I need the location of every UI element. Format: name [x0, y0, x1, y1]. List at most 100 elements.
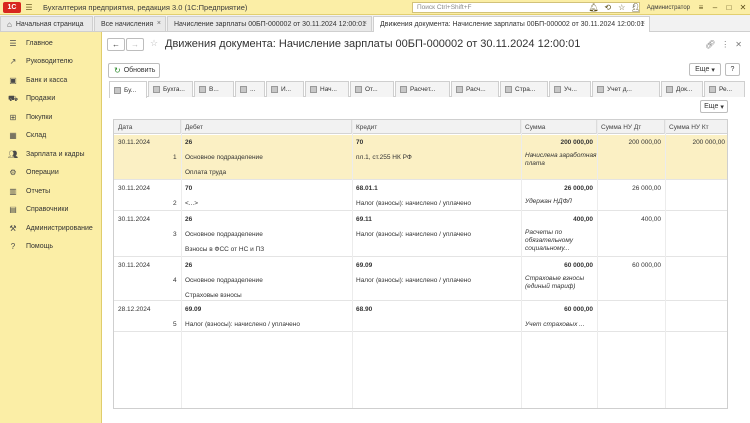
- settings-icon[interactable]: ≡: [694, 3, 708, 12]
- movements-table: Дата Дебет Кредит Сумма Сумма НУ Дт Сумм…: [113, 119, 728, 409]
- table-row[interactable]: 28.12.2024 5 69.09 Налог (взносы): начис…: [114, 302, 727, 332]
- row-number: 3: [173, 231, 177, 238]
- search-placeholder: Поиск Ctrl+Shift+F: [417, 4, 472, 11]
- register-icon: [666, 86, 673, 93]
- row-debit-sub1: Основное подразделение: [185, 231, 263, 238]
- sidebar-item-operations[interactable]: ⚙ Операции: [0, 164, 102, 181]
- box-icon: ▦: [9, 131, 17, 140]
- sidebar-item-label: Администрирование: [26, 225, 93, 232]
- reg-tab-9[interactable]: Расч...: [451, 81, 499, 97]
- arrow-right-icon: →: [131, 40, 139, 49]
- sidebar-item-payroll[interactable]: 👥︎ Зарплата и кадры: [0, 146, 102, 163]
- header-actions: 🔗︎ ⋮ ✕: [705, 40, 742, 49]
- reg-tab-label: ...: [250, 86, 256, 93]
- row-number: 5: [173, 321, 177, 328]
- tab-all-accruals[interactable]: Все начисления ×: [94, 16, 166, 31]
- reg-tab-8[interactable]: Расчет...: [395, 81, 450, 97]
- reg-tab-2[interactable]: Бухга...: [148, 81, 193, 97]
- close-icon[interactable]: ✕: [735, 40, 742, 49]
- forward-button[interactable]: →: [126, 38, 144, 51]
- sidebar-item-reports[interactable]: ▥ Отчеты: [0, 183, 102, 200]
- column-divider: [521, 120, 522, 408]
- reg-tab-11[interactable]: Уч...: [549, 81, 591, 97]
- close-tab-icon[interactable]: ×: [641, 20, 645, 27]
- table-row[interactable]: 30.11.2024 3 26 Основное подразделение В…: [114, 212, 727, 257]
- close-tab-icon[interactable]: ×: [363, 20, 367, 27]
- tab-home[interactable]: ⌂ Начальная страница: [0, 16, 93, 31]
- sidebar-item-label: Банк и касса: [26, 77, 68, 84]
- col-debit[interactable]: Дебет: [181, 120, 352, 134]
- menu-icon[interactable]: ☰: [23, 1, 35, 13]
- reg-tab-14[interactable]: Ре...: [704, 81, 745, 97]
- row-credit-sub1: Налог (взносы): начислено / уплачено: [356, 200, 471, 207]
- reg-tab-10[interactable]: Стра...: [500, 81, 548, 97]
- arrow-left-icon: ←: [112, 40, 120, 49]
- sidebar-item-label: Справочники: [26, 206, 69, 213]
- row-date: 30.11.2024: [118, 139, 151, 146]
- col-credit[interactable]: Кредит: [352, 120, 521, 134]
- reg-tab-label: От...: [365, 86, 378, 93]
- link-icon[interactable]: 🔗︎: [705, 40, 715, 49]
- sidebar-item-manager[interactable]: ↗ Руководителю: [0, 53, 102, 70]
- sidebar-item-bank[interactable]: ▣ Банк и касса: [0, 72, 102, 89]
- star-icon[interactable]: ☆: [615, 3, 629, 12]
- reg-tab-6[interactable]: Нач...: [305, 81, 349, 97]
- tab-label: Начисление зарплаты 00БП-000002 от 30.11…: [174, 20, 366, 28]
- sidebar-item-purchases[interactable]: ⊞ Покупки: [0, 109, 102, 126]
- app-logo: 1С: [3, 1, 21, 13]
- reg-tab-3[interactable]: В...: [194, 81, 234, 97]
- sidebar-item-label: Операции: [26, 169, 59, 176]
- row-credit-sub1: Налог (взносы): начислено / уплачено: [356, 277, 471, 284]
- sidebar-item-main[interactable]: ☰ Главное: [0, 35, 102, 52]
- row-nu-dt: 200 000,00: [628, 139, 661, 146]
- row-date: 30.11.2024: [118, 262, 151, 269]
- col-sum-nu-kt[interactable]: Сумма НУ Кт: [665, 120, 727, 134]
- page-title: Движения документа: Начисление зарплаты …: [165, 38, 581, 50]
- table-row[interactable]: 30.11.2024 2 70 <...> 68.01.1 Налог (взн…: [114, 181, 727, 211]
- user-icon[interactable]: 👤︎: [629, 3, 643, 12]
- sidebar-item-directories[interactable]: ▤ Справочники: [0, 201, 102, 218]
- reg-tab-12[interactable]: Учет д...: [592, 81, 660, 97]
- sidebar-item-administration[interactable]: ⚒ Администрирование: [0, 220, 102, 237]
- table-row[interactable]: 30.11.2024 4 26 Основное подразделение С…: [114, 258, 727, 301]
- refresh-button[interactable]: ↻ Обновить: [108, 63, 160, 78]
- help-button[interactable]: ?: [725, 63, 740, 76]
- tab-document-movements[interactable]: Движения документа: Начисление зарплаты …: [373, 16, 650, 32]
- more-button[interactable]: Еще ▾: [689, 63, 721, 76]
- sidebar-item-sales[interactable]: ⛟ Продажи: [0, 90, 102, 107]
- refresh-icon: ↻: [114, 66, 121, 75]
- grid-more-button[interactable]: Еще ▾: [700, 100, 728, 113]
- register-icon: [114, 86, 121, 94]
- close-icon[interactable]: ✕: [736, 3, 750, 12]
- col-date[interactable]: Дата: [114, 120, 181, 134]
- maximize-icon[interactable]: □: [722, 3, 736, 12]
- user-name[interactable]: Администратор: [647, 5, 690, 11]
- reg-tab-13[interactable]: Док...: [661, 81, 703, 97]
- sidebar-item-help[interactable]: ? Помощь: [0, 238, 102, 255]
- reg-tab-5[interactable]: И...: [266, 81, 304, 97]
- sidebar-item-label: Помощь: [26, 243, 54, 250]
- back-button[interactable]: ←: [107, 38, 125, 51]
- reg-tab-1[interactable]: Бу...: [109, 81, 147, 98]
- tab-payroll-document[interactable]: Начисление зарплаты 00БП-000002 от 30.11…: [167, 16, 372, 31]
- row-sum: 26 000,00: [564, 185, 593, 192]
- bell-icon[interactable]: 🔔︎: [587, 3, 601, 12]
- book-icon: ▤: [9, 205, 17, 214]
- row-debit-sub1: Основное подразделение: [185, 154, 263, 161]
- row-debit: 69.09: [185, 306, 202, 313]
- col-sum[interactable]: Сумма: [521, 120, 597, 134]
- more-dots-icon[interactable]: ⋮: [721, 40, 729, 49]
- register-icon: [597, 86, 604, 93]
- reg-tab-7[interactable]: От...: [350, 81, 394, 97]
- row-date: 28.12.2024: [118, 306, 151, 313]
- favorite-star-icon[interactable]: ☆: [150, 38, 158, 49]
- minimize-icon[interactable]: –: [708, 3, 722, 12]
- table-row[interactable]: 30.11.2024 1 26 Основное подразделение О…: [114, 135, 727, 180]
- col-sum-nu-dt[interactable]: Сумма НУ Дт: [597, 120, 665, 134]
- sidebar-item-warehouse[interactable]: ▦ Склад: [0, 127, 102, 144]
- history-icon[interactable]: ⟲: [601, 3, 615, 12]
- reg-tab-4[interactable]: ...: [235, 81, 265, 97]
- reg-tab-label: И...: [281, 86, 292, 93]
- table-header: Дата Дебет Кредит Сумма Сумма НУ Дт Сумм…: [114, 120, 727, 134]
- close-tab-icon[interactable]: ×: [157, 20, 161, 27]
